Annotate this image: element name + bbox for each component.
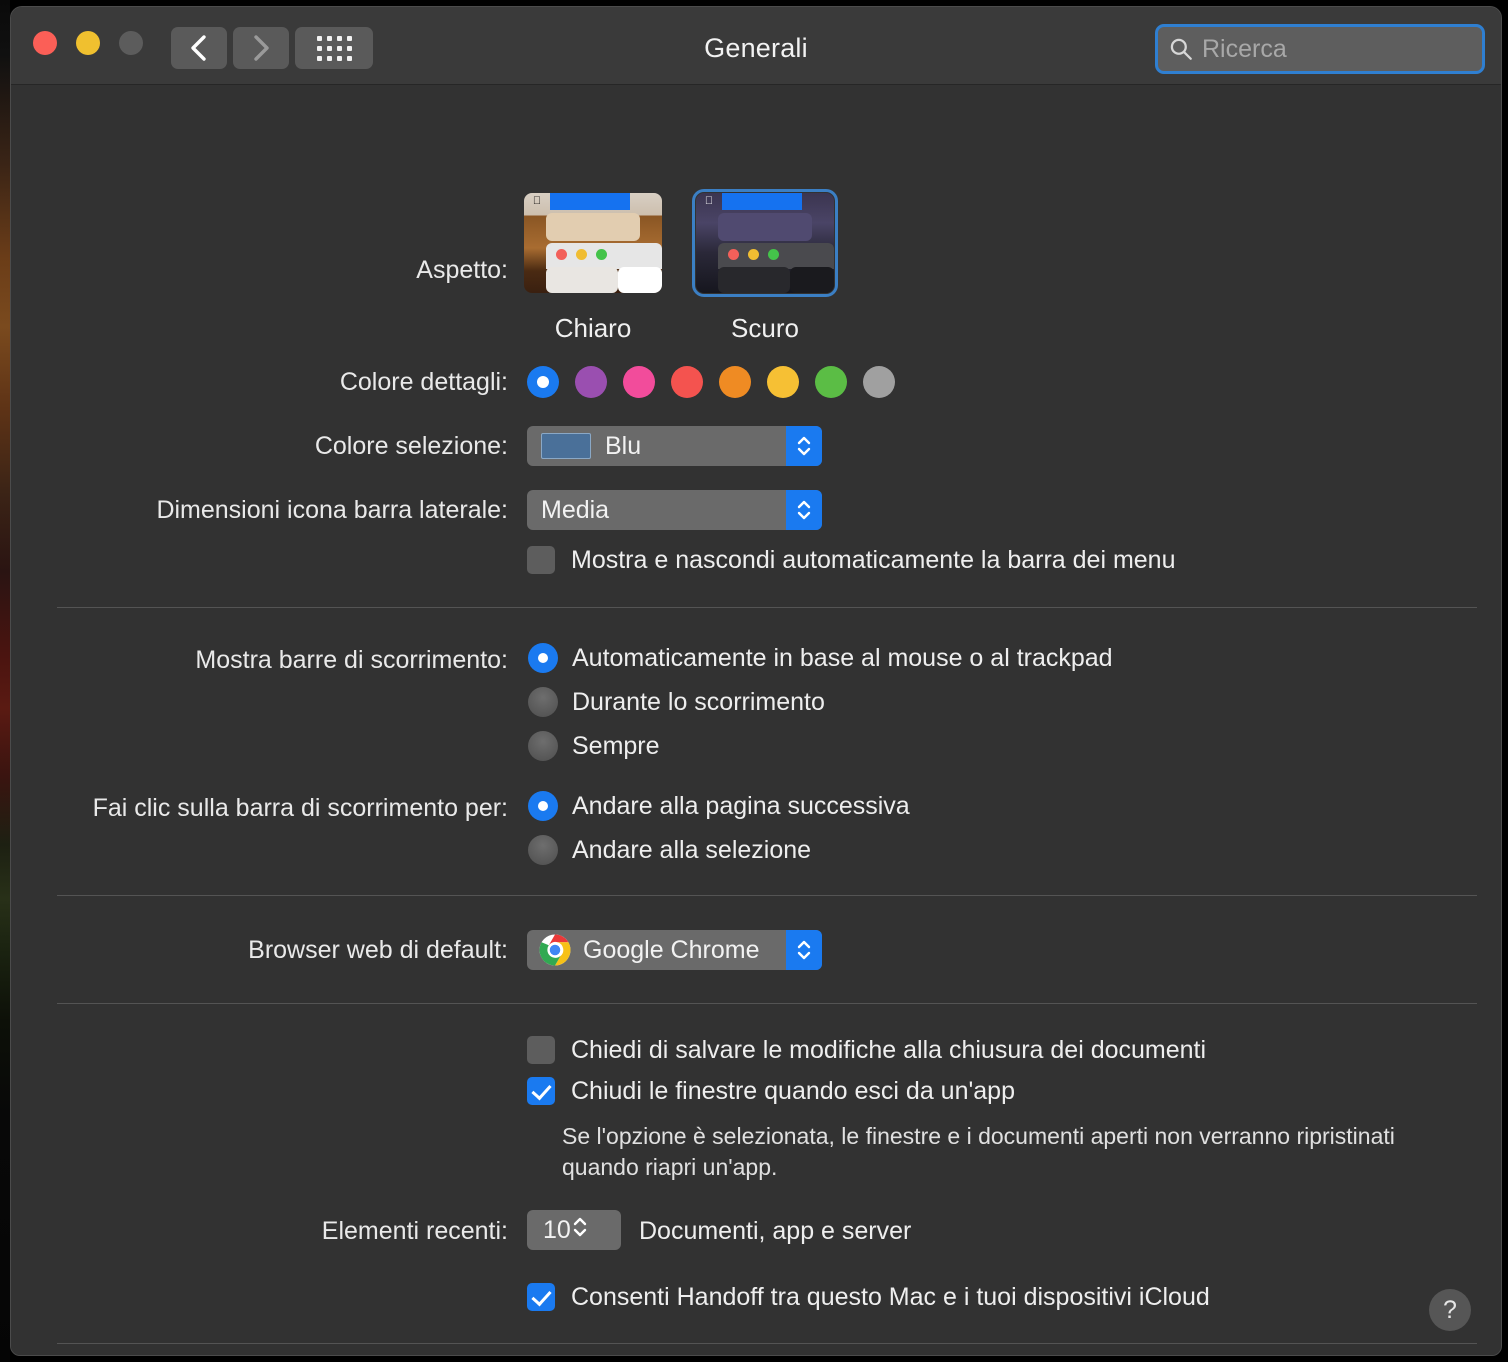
desktop-wallpaper-sliver	[0, 0, 10, 1362]
show-scrollbars-label: Mostra barre di scorrimento:	[195, 646, 508, 674]
accent-color-swatches	[527, 366, 895, 398]
accent-swatch-verde[interactable]	[815, 366, 847, 398]
appearance-options:  Chiaro 	[524, 189, 838, 344]
close-windows-row[interactable]: Chiudi le finestre quando esci da un'app	[527, 1077, 1015, 1107]
close-windows-label: Chiudi le finestre quando esci da un'app	[571, 1077, 1015, 1105]
scrollbar-option-always[interactable]: Sempre	[528, 731, 1113, 764]
close-windows-checkbox[interactable]	[527, 1077, 555, 1105]
section-divider	[57, 1003, 1477, 1004]
help-button[interactable]: ?	[1429, 1289, 1471, 1331]
accent-swatch-rosso[interactable]	[671, 366, 703, 398]
selection-color-chip	[541, 433, 591, 459]
search-field[interactable]	[1155, 24, 1501, 74]
appearance-option-light[interactable]:  Chiaro	[524, 193, 662, 344]
click-scrollbar-option-next-page[interactable]: Andare alla pagina successiva	[528, 791, 910, 824]
recent-items-label-row: Elementi recenti:	[11, 1219, 508, 1244]
click-scrollbar-option-jump-to-spot[interactable]: Andare alla selezione	[528, 835, 910, 868]
selection-color-popup[interactable]: Blu	[527, 426, 822, 466]
apple-logo-icon: 	[696, 193, 722, 210]
scrollbar-option-while-scrolling-label: Durante lo scorrimento	[572, 688, 825, 716]
sidebar-icon-size-label-row: Dimensioni icona barra laterale:	[11, 498, 508, 523]
accent-swatch-rosa[interactable]	[623, 366, 655, 398]
auto-hide-menubar-checkbox[interactable]	[527, 546, 555, 574]
accent-color-label-row: Colore dettagli:	[11, 370, 508, 395]
appearance-option-dark[interactable]:  Scuro	[692, 189, 838, 344]
ask-save-checkbox[interactable]	[527, 1036, 555, 1064]
sidebar-icon-size-label: Dimensioni icona barra laterale:	[156, 496, 508, 524]
chevron-updown-icon	[786, 930, 822, 970]
click-scrollbar-options: Andare alla pagina successiva Andare all…	[528, 791, 910, 868]
system-preferences-window: Generali Aspetto: 	[10, 6, 1502, 1356]
chevron-updown-icon	[786, 426, 822, 466]
scrollbar-option-auto[interactable]: Automaticamente in base al mouse o al tr…	[528, 643, 1113, 676]
appearance-thumbnail-dark: 	[692, 189, 838, 297]
accent-color-label: Colore dettagli:	[339, 368, 508, 396]
selection-color-value: Blu	[605, 431, 642, 460]
window-titlebar: Generali	[11, 7, 1501, 85]
appearance-label-row: Aspetto:	[11, 258, 508, 283]
click-scrollbar-option-next-page-label: Andare alla pagina successiva	[572, 792, 910, 820]
ask-save-row[interactable]: Chiedi di salvare le modifiche alla chiu…	[527, 1036, 1207, 1066]
preferences-content: Aspetto:  Chiaro	[11, 85, 1501, 1355]
thumb-menubar-light: 	[524, 193, 662, 210]
appearance-thumbnail-light: 	[524, 193, 662, 293]
auto-hide-menubar-row[interactable]: Mostra e nascondi automaticamente la bar…	[527, 546, 1176, 576]
click-scrollbar-option-jump-to-spot-label: Andare alla selezione	[572, 836, 812, 864]
sidebar-icon-size-value: Media	[541, 495, 610, 524]
accent-swatch-blu[interactable]	[527, 366, 559, 398]
appearance-label: Aspetto:	[416, 256, 508, 284]
search-icon	[1170, 38, 1192, 60]
default-browser-value: Google Chrome	[583, 935, 760, 964]
scrollbar-option-while-scrolling[interactable]: Durante lo scorrimento	[528, 687, 1113, 720]
chevron-updown-icon	[786, 490, 822, 530]
appearance-caption-dark: Scuro	[731, 313, 799, 343]
appearance-caption-light: Chiaro	[554, 313, 632, 343]
ask-save-label: Chiedi di salvare le modifiche alla chiu…	[571, 1036, 1207, 1064]
accent-swatch-viola[interactable]	[575, 366, 607, 398]
scrollbar-radio-while-scrolling[interactable]	[528, 687, 558, 717]
recent-items-suffix-label: Documenti, app e server	[639, 1217, 912, 1245]
handoff-row[interactable]: Consenti Handoff tra questo Mac e i tuoi…	[527, 1283, 1210, 1313]
accent-swatch-giallo[interactable]	[767, 366, 799, 398]
default-browser-popup[interactable]: Google Chrome	[527, 930, 822, 970]
scrollbar-radio-always[interactable]	[528, 731, 558, 761]
sidebar-icon-size-popup[interactable]: Media	[527, 490, 822, 530]
auto-hide-menubar-label: Mostra e nascondi automaticamente la bar…	[571, 546, 1176, 574]
click-scrollbar-radio-jump-to-spot[interactable]	[528, 835, 558, 865]
search-input[interactable]	[1202, 34, 1501, 64]
show-scrollbars-options: Automaticamente in base al mouse o al tr…	[528, 643, 1113, 764]
click-scrollbar-label: Fai clic sulla barra di scorrimento per:	[92, 794, 508, 822]
thumb-menubar-dark: 	[696, 193, 834, 210]
handoff-label: Consenti Handoff tra questo Mac e i tuoi…	[571, 1283, 1210, 1311]
scrollbar-radio-auto[interactable]	[528, 643, 558, 673]
chevron-updown-icon	[571, 1214, 589, 1247]
show-scrollbars-label-row: Mostra barre di scorrimento:	[11, 648, 508, 673]
click-scrollbar-radio-next-page[interactable]	[528, 791, 558, 821]
close-windows-note-text: Se l'opzione è selezionata, le finestre …	[562, 1123, 1395, 1181]
help-button-label: ?	[1443, 1295, 1457, 1324]
handoff-checkbox[interactable]	[527, 1283, 555, 1311]
selection-color-label-row: Colore selezione:	[11, 434, 508, 459]
accent-swatch-grigio[interactable]	[863, 366, 895, 398]
scrollbar-option-always-label: Sempre	[572, 732, 660, 760]
recent-items-suffix: Documenti, app e server	[639, 1219, 911, 1244]
scrollbar-option-auto-label: Automaticamente in base al mouse o al tr…	[572, 644, 1113, 672]
section-divider	[57, 895, 1477, 896]
default-browser-label-row: Browser web di default:	[11, 938, 508, 963]
recent-items-label: Elementi recenti:	[321, 1217, 508, 1245]
click-scrollbar-label-row: Fai clic sulla barra di scorrimento per:	[11, 796, 508, 821]
default-browser-label: Browser web di default:	[248, 936, 508, 964]
recent-items-stepper[interactable]: 10	[527, 1210, 621, 1250]
accent-swatch-arancione[interactable]	[719, 366, 751, 398]
apple-logo-icon: 	[524, 193, 550, 210]
close-windows-note: Se l'opzione è selezionata, le finestre …	[562, 1121, 1452, 1183]
selection-color-label: Colore selezione:	[314, 432, 508, 460]
chrome-icon	[539, 934, 571, 966]
section-divider	[57, 607, 1477, 608]
section-divider	[57, 1343, 1477, 1344]
recent-items-value: 10	[543, 1215, 571, 1244]
